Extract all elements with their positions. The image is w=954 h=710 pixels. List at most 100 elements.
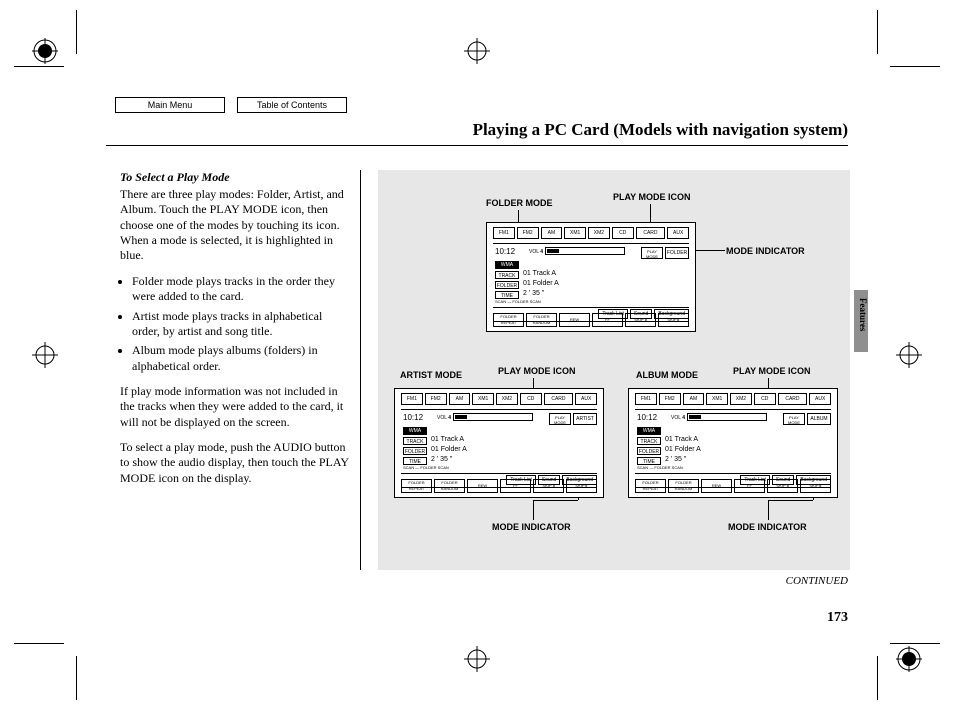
- ctrl-rew[interactable]: REW: [559, 313, 590, 327]
- subheading: To Select a Play Mode: [120, 170, 352, 185]
- ctrl-skip-[interactable]: SKIP ◂: [767, 479, 798, 493]
- time-value: 2 ' 35 ": [665, 456, 686, 463]
- column-divider: [360, 170, 361, 570]
- play-mode-button[interactable]: PLAY MODE: [549, 413, 571, 425]
- wma-badge: WMA: [495, 261, 519, 269]
- page-number: 173: [827, 610, 848, 626]
- scan-label[interactable]: SCAN — FOLDER SCAN: [495, 299, 541, 304]
- wma-badge: WMA: [637, 427, 661, 435]
- track-value: 01 Track A: [523, 270, 556, 277]
- folder-value: 01 Folder A: [523, 280, 559, 287]
- source-am[interactable]: AM: [449, 393, 471, 405]
- source-fm1[interactable]: FM1: [493, 227, 515, 239]
- source-fm2[interactable]: FM2: [659, 393, 681, 405]
- ctrl-folder-random[interactable]: FOLDER RANDOM: [668, 479, 699, 493]
- folder-tag: FOLDER: [495, 281, 519, 289]
- source-aux[interactable]: AUX: [575, 393, 597, 405]
- source-card[interactable]: CARD: [544, 393, 574, 405]
- mode-indicator-box: FOLDER: [665, 247, 689, 259]
- source-xm2[interactable]: XM2: [496, 393, 518, 405]
- source-fm1[interactable]: FM1: [401, 393, 423, 405]
- track-value: 01 Track A: [665, 436, 698, 443]
- source-cd[interactable]: CD: [754, 393, 776, 405]
- source-am[interactable]: AM: [541, 227, 563, 239]
- source-am[interactable]: AM: [683, 393, 705, 405]
- ctrl-folder-random[interactable]: FOLDER RANDOM: [434, 479, 465, 493]
- body-text: To Select a Play Mode There are three pl…: [120, 170, 352, 496]
- device-screen-folder: FM1FM2AMXM1XM2CDCARDAUX10:12VOL 4PLAY MO…: [486, 222, 696, 332]
- ctrl-skip-[interactable]: SKIP ◂: [533, 479, 564, 493]
- time-tag: TIME: [495, 291, 519, 299]
- source-xm2[interactable]: XM2: [588, 227, 610, 239]
- source-fm1[interactable]: FM1: [635, 393, 657, 405]
- source-aux[interactable]: AUX: [809, 393, 831, 405]
- source-xm1[interactable]: XM1: [472, 393, 494, 405]
- registration-mark: [32, 342, 58, 368]
- source-fm2[interactable]: FM2: [425, 393, 447, 405]
- folder-value: 01 Folder A: [431, 446, 467, 453]
- folder-tag: FOLDER: [403, 447, 427, 455]
- mode-indicator-box: ALBUM: [807, 413, 831, 425]
- source-aux[interactable]: AUX: [667, 227, 689, 239]
- continued-label: CONTINUED: [786, 575, 848, 587]
- page-title: Playing a PC Card (Models with navigatio…: [473, 120, 848, 140]
- ctrl-skip-[interactable]: SKIP ▸: [566, 479, 597, 493]
- callout-play-mode-icon-2: PLAY MODE ICON: [498, 366, 576, 376]
- folder-value: 01 Folder A: [665, 446, 701, 453]
- figure-panel: FOLDER MODE PLAY MODE ICON MODE INDICATO…: [378, 170, 850, 570]
- main-menu-button[interactable]: Main Menu: [115, 97, 225, 113]
- time-tag: TIME: [403, 457, 427, 465]
- source-xm1[interactable]: XM1: [706, 393, 728, 405]
- track-value: 01 Track A: [431, 436, 464, 443]
- callout-folder-mode: FOLDER MODE: [486, 198, 553, 208]
- ctrl-folder-repeat[interactable]: FOLDER REPEAT: [635, 479, 666, 493]
- ctrl-rew[interactable]: REW: [467, 479, 498, 493]
- ctrl-ff[interactable]: FF: [592, 313, 623, 327]
- play-mode-button[interactable]: PLAY MODE: [641, 247, 663, 259]
- ctrl-folder-repeat[interactable]: FOLDER REPEAT: [493, 313, 524, 327]
- device-screen-album: FM1FM2AMXM1XM2CDCARDAUX 10:12 VOL 4 PLAY MO…: [628, 388, 838, 498]
- clock: 10:12: [403, 413, 423, 422]
- ctrl-folder-random[interactable]: FOLDER RANDOM: [526, 313, 557, 327]
- callout-mode-indicator-3: MODE INDICATOR: [728, 522, 807, 532]
- toc-button[interactable]: Table of Contents: [237, 97, 347, 113]
- scan-label[interactable]: SCAN — FOLDER SCAN: [403, 465, 449, 470]
- clock: 10:12: [637, 413, 657, 422]
- wma-badge: WMA: [403, 427, 427, 435]
- registration-mark: [896, 646, 922, 672]
- section-tab: Features: [854, 290, 868, 352]
- mode-indicator-box: ARTIST: [573, 413, 597, 425]
- ctrl-skip-[interactable]: SKIP ◂: [625, 313, 656, 327]
- callout-mode-indicator-2: MODE INDICATOR: [492, 522, 571, 532]
- volume-label: VOL 4: [671, 415, 685, 421]
- ctrl-folder-repeat[interactable]: FOLDER REPEAT: [401, 479, 432, 493]
- source-fm2[interactable]: FM2: [517, 227, 539, 239]
- ctrl-rew[interactable]: REW: [701, 479, 732, 493]
- volume-bar: [545, 247, 625, 255]
- callout-play-mode-icon: PLAY MODE ICON: [613, 192, 691, 202]
- source-cd[interactable]: CD: [520, 393, 542, 405]
- source-xm2[interactable]: XM2: [730, 393, 752, 405]
- ctrl-ff[interactable]: FF: [500, 479, 531, 493]
- ctrl-skip-[interactable]: SKIP ▸: [800, 479, 831, 493]
- registration-mark: [464, 38, 490, 64]
- play-mode-button[interactable]: PLAY MODE: [783, 413, 805, 425]
- source-card[interactable]: CARD: [636, 227, 666, 239]
- time-value: 2 ' 35 ": [431, 456, 452, 463]
- source-cd[interactable]: CD: [612, 227, 634, 239]
- source-card[interactable]: CARD: [778, 393, 808, 405]
- track-tag: TRACK: [403, 437, 427, 445]
- registration-mark: [896, 342, 922, 368]
- registration-mark: [32, 38, 58, 64]
- folder-tag: FOLDER: [637, 447, 661, 455]
- scan-label[interactable]: SCAN — FOLDER SCAN: [637, 465, 683, 470]
- registration-mark: [464, 646, 490, 672]
- source-xm1[interactable]: XM1: [564, 227, 586, 239]
- time-value: 2 ' 35 ": [523, 290, 544, 297]
- ctrl-skip-[interactable]: SKIP ▸: [658, 313, 689, 327]
- ctrl-ff[interactable]: FF: [734, 479, 765, 493]
- title-rule: [106, 145, 848, 146]
- callout-mode-indicator: MODE INDICATOR: [726, 246, 805, 256]
- time-tag: TIME: [637, 457, 661, 465]
- clock: 10:12: [495, 247, 515, 256]
